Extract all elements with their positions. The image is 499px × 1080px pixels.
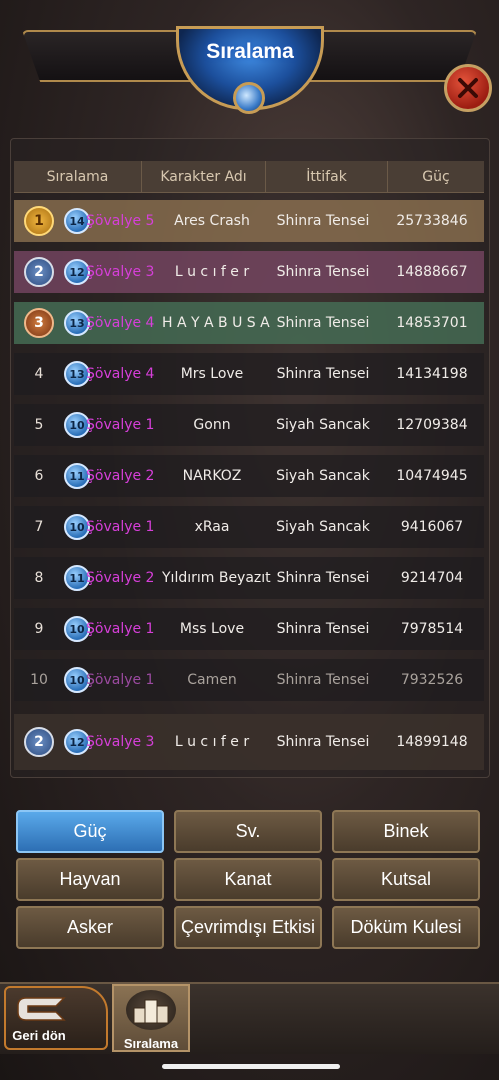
power-value: 14899148 [396, 734, 468, 750]
knight-title: Şövalye 2 [86, 570, 155, 586]
knight-title: Şövalye 1 [86, 621, 155, 637]
rank-number: 6 [34, 468, 44, 484]
character-name: NARKOZ [182, 468, 242, 484]
power-value: 25733846 [396, 213, 468, 229]
page-title: Sıralama [206, 40, 294, 63]
knight-title: Şövalye 4 [86, 315, 155, 331]
alliance-name: Shinra Tensei [276, 213, 370, 229]
alliance-name: Shinra Tensei [276, 672, 370, 688]
header-alliance: İttifak [266, 161, 388, 193]
knight-title: Şövalye 2 [86, 468, 155, 484]
character-name: Gonn [193, 417, 231, 433]
table-row[interactable]: 7 10 Şövalye 1 xRaa Siyah Sancak 9416067 [14, 506, 484, 548]
power-value: 9416067 [400, 519, 464, 535]
character-name: Ares Crash [174, 213, 250, 229]
gem-icon [233, 82, 265, 114]
silver-medal-icon: 2 [24, 257, 54, 287]
category-mount-button[interactable]: Binek [332, 810, 480, 853]
category-offline-effect-button[interactable]: Çevrimdışı Etkisi [174, 906, 322, 949]
knight-title: Şövalye 1 [86, 417, 155, 433]
rank-number: 7 [34, 519, 44, 535]
table-row[interactable]: 9 10 Şövalye 1 Mss Love Shinra Tensei 79… [14, 608, 484, 650]
alliance-name: Siyah Sancak [276, 519, 370, 535]
table-header: Sıralama Karakter Adı İttifak Güç [14, 161, 484, 193]
table-row[interactable]: 3 13 Şövalye 4 H A Y A B U S A Shinra Te… [14, 302, 484, 344]
category-forge-tower-button[interactable]: Döküm Kulesi [332, 906, 480, 949]
knight-title: Şövalye 5 [86, 213, 155, 229]
power-value: 14134198 [396, 366, 468, 382]
alliance-name: Shinra Tensei [276, 366, 370, 382]
power-value: 14888667 [396, 264, 468, 280]
rank-number: 10 [30, 672, 48, 688]
category-holy-button[interactable]: Kutsal [332, 858, 480, 901]
category-power-button[interactable]: Güç [16, 810, 164, 853]
category-pet-button[interactable]: Hayvan [16, 858, 164, 901]
close-button[interactable] [444, 64, 492, 112]
rank-number: 9 [34, 621, 44, 637]
my-rank-row[interactable]: 2 12 Şövalye 3 L u c ı f e r Shinra Tens… [14, 714, 484, 770]
header-power: Güç [422, 169, 450, 185]
power-value: 12709384 [396, 417, 468, 433]
power-value: 14853701 [396, 315, 468, 331]
character-name: H A Y A B U S A [162, 315, 270, 331]
table-row[interactable]: 5 10 Şövalye 1 Gonn Siyah Sancak 1270938… [14, 404, 484, 446]
table-row[interactable]: 10 10 Şövalye 1 Camen Shinra Tensei 7932… [14, 659, 484, 701]
power-value: 9214704 [400, 570, 464, 586]
header-name: Karakter Adı [142, 161, 266, 193]
knight-title: Şövalye 1 [86, 672, 155, 688]
category-sv-button[interactable]: Sv. [174, 810, 322, 853]
podium-icon [126, 990, 176, 1030]
category-soldier-button[interactable]: Asker [16, 906, 164, 949]
character-name: xRaa [194, 519, 230, 535]
power-value: 7978514 [400, 621, 464, 637]
silver-medal-icon: 2 [24, 727, 54, 757]
power-value: 7932526 [400, 672, 464, 688]
alliance-name: Shinra Tensei [276, 570, 370, 586]
header-rank: Sıralama [14, 161, 142, 193]
alliance-name: Siyah Sancak [276, 417, 370, 433]
alliance-name: Shinra Tensei [276, 734, 370, 750]
character-name: Yıldırım Beyazıt [162, 570, 271, 586]
power-value: 10474945 [396, 468, 468, 484]
alliance-name: Shinra Tensei [276, 264, 370, 280]
close-icon [458, 78, 478, 98]
table-row[interactable]: 4 13 Şövalye 4 Mrs Love Shinra Tensei 14… [14, 353, 484, 395]
ranking-tab-label: Sıralama [123, 1036, 179, 1051]
category-wing-button[interactable]: Kanat [174, 858, 322, 901]
table-row[interactable]: 1 14 Şövalye 5 Ares Crash Shinra Tensei … [14, 200, 484, 242]
character-name: Mrs Love [180, 366, 244, 382]
character-name: Mss Love [179, 621, 245, 637]
rank-number: 8 [34, 570, 44, 586]
rank-number: 4 [34, 366, 44, 382]
alliance-name: Shinra Tensei [276, 621, 370, 637]
rank-number: 5 [34, 417, 44, 433]
alliance-name: Siyah Sancak [276, 468, 370, 484]
knight-title: Şövalye 4 [86, 366, 155, 382]
back-label: Geri dön [12, 1028, 66, 1043]
knight-title: Şövalye 3 [86, 734, 155, 750]
knight-title: Şövalye 3 [86, 264, 155, 280]
character-name: L u c ı f e r [174, 734, 250, 750]
table-row[interactable]: 2 12 Şövalye 3 L u c ı f e r Shinra Tens… [14, 251, 484, 293]
back-arrow-icon [17, 997, 66, 1021]
home-indicator[interactable] [162, 1064, 340, 1069]
bronze-medal-icon: 3 [24, 308, 54, 338]
knight-title: Şövalye 1 [86, 519, 155, 535]
alliance-name: Shinra Tensei [276, 315, 370, 331]
table-row[interactable]: 6 11 Şövalye 2 NARKOZ Siyah Sancak 10474… [14, 455, 484, 497]
gold-medal-icon: 1 [24, 206, 54, 236]
table-row[interactable]: 8 11 Şövalye 2 Yıldırım Beyazıt Shinra T… [14, 557, 484, 599]
character-name: L u c ı f e r [174, 264, 250, 280]
character-name: Camen [187, 672, 237, 688]
